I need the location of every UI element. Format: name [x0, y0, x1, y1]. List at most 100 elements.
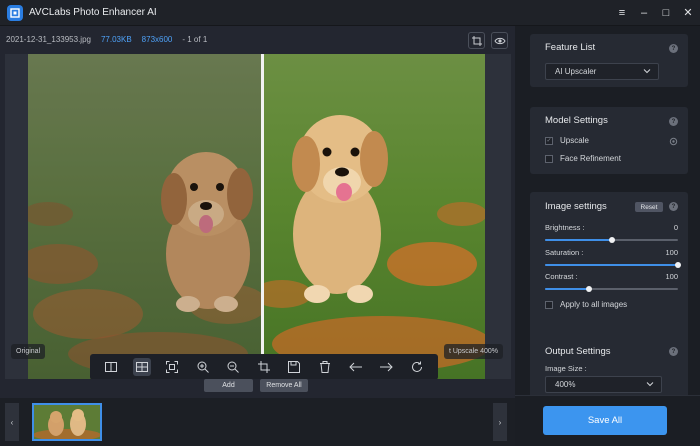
enhanced-image	[262, 54, 485, 379]
crop-icon	[257, 361, 270, 373]
image-size-value: 400%	[555, 380, 576, 389]
compare-view-button[interactable]	[132, 358, 151, 376]
chevron-down-icon	[643, 69, 651, 74]
crop-icon	[471, 35, 482, 46]
app-logo-icon	[7, 4, 23, 21]
saturation-fill	[545, 264, 678, 266]
gear-icon[interactable]	[669, 137, 678, 146]
zoom-in-icon	[197, 361, 209, 373]
file-size: 77.03KB	[100, 34, 132, 44]
save-icon	[288, 361, 301, 373]
image-counter: - 1 of 1	[182, 34, 208, 44]
app-title: AVCLabs Photo Enhancer AI	[29, 7, 157, 18]
contrast-value: 100	[665, 272, 678, 281]
arrow-right-icon	[380, 362, 393, 372]
crop-tool-button[interactable]	[468, 32, 485, 49]
contrast-knob[interactable]	[586, 286, 593, 292]
trash-icon	[319, 361, 330, 373]
delete-button[interactable]	[316, 358, 334, 376]
image-settings-title: Image settings	[545, 201, 607, 212]
brightness-value: 0	[673, 223, 678, 232]
image-size-select[interactable]: 400%	[545, 376, 662, 393]
saturation-slider[interactable]	[545, 262, 681, 268]
fit-screen-icon	[166, 361, 179, 373]
face-refinement-checkbox[interactable]	[545, 154, 553, 163]
help-icon[interactable]: ?	[669, 117, 678, 126]
split-view-icon	[105, 362, 118, 372]
close-button[interactable]: ✕	[678, 0, 698, 26]
help-icon[interactable]: ?	[669, 44, 678, 53]
feature-list-title: Feature List	[545, 42, 596, 53]
strip-prev-button[interactable]: ‹	[5, 403, 19, 441]
original-label: Original	[11, 344, 46, 359]
zoom-out-button[interactable]	[224, 358, 242, 376]
chevron-left-icon: ‹	[10, 417, 14, 427]
contrast-fill	[545, 288, 590, 290]
original-image	[28, 54, 262, 379]
brightness-label: Brightness :	[545, 223, 585, 232]
apply-all-label: Apply to all images	[560, 300, 628, 309]
brightness-slider[interactable]	[545, 237, 678, 243]
output-settings-panel: Output Settings ? Image Size : 400%	[530, 337, 688, 399]
chevron-right-icon: ›	[498, 417, 502, 427]
crop-button[interactable]	[255, 358, 273, 376]
help-icon[interactable]: ?	[669, 347, 678, 356]
remove-all-button[interactable]: Remove All	[260, 379, 308, 392]
strip-next-button[interactable]: ›	[493, 403, 507, 441]
fit-screen-button[interactable]	[163, 358, 181, 376]
compare-view-icon	[135, 362, 148, 372]
apply-all-option[interactable]: Apply to all images	[545, 300, 627, 309]
help-icon[interactable]: ?	[669, 202, 678, 211]
thumbnail-image	[34, 405, 100, 439]
brightness-fill	[545, 239, 612, 241]
saturation-label: Saturation :	[545, 248, 584, 257]
file-name: 2021-12-31_133953.jpg	[6, 34, 91, 44]
preview-pane: 2021-12-31_133953.jpg 77.03KB 873x600 - …	[0, 26, 515, 446]
upscale-label: Upscale	[560, 136, 589, 145]
split-view-button[interactable]	[102, 358, 120, 376]
image-actions: Add Remove All	[0, 379, 515, 392]
enhanced-label: t Upscale 400%	[443, 344, 503, 359]
maximize-button[interactable]: □	[656, 0, 676, 26]
save-all-button[interactable]: Save All	[543, 406, 667, 435]
comparison-image	[28, 54, 485, 379]
feature-select-value: AI Upscaler	[555, 67, 597, 76]
rotate-button[interactable]	[408, 358, 426, 376]
settings-sidebar: Feature List ? AI Upscaler Model Setting…	[515, 26, 700, 446]
arrow-left-icon	[348, 362, 362, 372]
add-button[interactable]: Add	[204, 379, 253, 392]
feature-select[interactable]: AI Upscaler	[545, 63, 659, 80]
contrast-label: Contrast :	[545, 272, 578, 281]
brightness-knob[interactable]	[608, 237, 615, 243]
previous-button[interactable]	[347, 358, 365, 376]
title-bar: AVCLabs Photo Enhancer AI ≡ – □ ✕	[0, 0, 700, 26]
reset-button[interactable]: Reset	[635, 202, 663, 212]
contrast-slider[interactable]	[545, 286, 678, 292]
apply-all-checkbox[interactable]	[545, 300, 553, 309]
thumbnail-selected[interactable]	[32, 403, 102, 441]
feature-list-panel: Feature List ? AI Upscaler	[530, 34, 688, 87]
file-info-bar: 2021-12-31_133953.jpg 77.03KB 873x600 - …	[0, 26, 515, 52]
model-settings-panel: Model Settings ? ✓ Upscale Face Refineme…	[530, 107, 688, 174]
face-refinement-option[interactable]: Face Refinement	[545, 154, 621, 163]
eye-icon	[493, 37, 506, 44]
preview-toggle-button[interactable]	[491, 32, 508, 49]
face-refinement-label: Face Refinement	[560, 154, 621, 163]
menu-button[interactable]: ≡	[612, 0, 632, 26]
output-settings-title: Output Settings	[545, 346, 611, 357]
model-settings-title: Model Settings	[545, 115, 608, 126]
comparison-divider-handle[interactable]	[261, 54, 264, 379]
rotate-icon	[411, 361, 422, 372]
next-button[interactable]	[377, 358, 395, 376]
save-image-button[interactable]	[285, 358, 303, 376]
upscale-checkbox[interactable]: ✓	[545, 136, 553, 145]
minimize-button[interactable]: –	[634, 0, 654, 26]
saturation-knob[interactable]	[675, 262, 681, 268]
saturation-value: 100	[665, 248, 678, 257]
upscale-option[interactable]: ✓ Upscale	[545, 136, 589, 145]
zoom-out-icon	[227, 361, 240, 373]
image-viewer[interactable]: Original t Upscale 400%	[5, 54, 511, 379]
chevron-down-icon	[646, 382, 654, 387]
zoom-in-button[interactable]	[194, 358, 212, 376]
image-dimensions: 873x600	[141, 34, 173, 44]
